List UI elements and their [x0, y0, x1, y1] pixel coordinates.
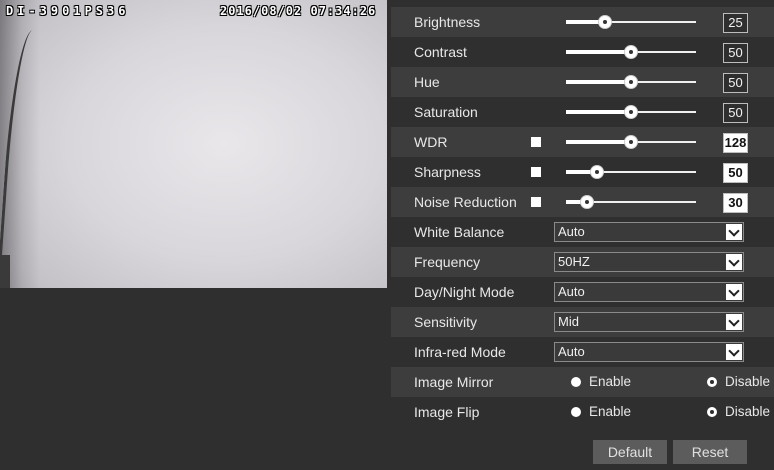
frequency-select[interactable]: 50HZ	[554, 252, 744, 272]
row-saturation: Saturation 50	[391, 97, 774, 127]
white-balance-select[interactable]: Auto	[554, 222, 744, 242]
wdr-slider-fill	[566, 140, 631, 144]
white-balance-selected: Auto	[558, 224, 585, 239]
osd-timestamp: 2016/08/02 07:34:26	[220, 4, 377, 18]
hue-label: Hue	[414, 74, 440, 90]
day-night-mode-label: Day/Night Mode	[414, 284, 515, 300]
day-night-mode-selected: Auto	[558, 284, 585, 299]
infra-red-mode-select[interactable]: Auto	[554, 342, 744, 362]
row-contrast: Contrast 50	[391, 37, 774, 67]
noise-reduction-value[interactable]: 30	[723, 193, 748, 213]
sensitivity-selected: Mid	[558, 314, 579, 329]
image-mirror-disable-label: Disable	[725, 374, 771, 389]
noise-reduction-slider-handle[interactable]	[579, 195, 594, 209]
contrast-slider-handle[interactable]	[624, 45, 638, 59]
image-mirror-disable-option[interactable]: Disable	[707, 367, 770, 397]
image-mirror-enable-label: Enable	[589, 374, 632, 389]
saturation-slider-handle[interactable]	[624, 105, 638, 119]
row-image-mirror: Image Mirror Enable Disable	[391, 367, 774, 397]
contrast-slider-fill	[566, 50, 631, 54]
image-flip-enable-option[interactable]: Enable	[571, 397, 631, 427]
radio-button-icon[interactable]	[707, 407, 717, 417]
image-settings-panel: Brightness 25 Contrast 50 Hue 50 Saturat…	[391, 0, 774, 470]
chevron-down-icon[interactable]	[726, 284, 742, 300]
infra-red-mode-label: Infra-red Mode	[414, 344, 506, 360]
chevron-down-icon[interactable]	[726, 344, 742, 360]
saturation-label: Saturation	[414, 104, 478, 120]
brightness-value[interactable]: 25	[723, 13, 748, 33]
wdr-value[interactable]: 128	[723, 133, 748, 153]
contrast-value[interactable]: 50	[723, 43, 748, 63]
chevron-down-icon[interactable]	[726, 314, 742, 330]
row-brightness: Brightness 25	[391, 7, 774, 37]
contrast-slider[interactable]	[566, 45, 696, 59]
osd-camera-name: DI-3901PS36	[6, 4, 130, 18]
radio-button-icon[interactable]	[707, 377, 717, 387]
radio-button-icon[interactable]	[571, 407, 581, 417]
hue-slider-handle[interactable]	[624, 75, 638, 89]
saturation-slider-fill	[566, 110, 631, 114]
wdr-slider-handle[interactable]	[624, 135, 638, 149]
infra-red-mode-selected: Auto	[558, 344, 585, 359]
hue-value[interactable]: 50	[723, 73, 748, 93]
sharpness-value[interactable]: 50	[723, 163, 748, 183]
row-hue: Hue 50	[391, 67, 774, 97]
image-flip-label: Image Flip	[414, 404, 480, 420]
brightness-slider[interactable]	[566, 15, 696, 29]
row-noise-reduction: Noise Reduction 30	[391, 187, 774, 217]
wdr-label: WDR	[414, 134, 448, 150]
image-flip-disable-option[interactable]: Disable	[707, 397, 770, 427]
saturation-slider[interactable]	[566, 105, 696, 119]
sharpness-checkbox[interactable]	[531, 167, 541, 177]
wdr-checkbox[interactable]	[531, 137, 541, 147]
brightness-label: Brightness	[414, 14, 481, 30]
wdr-slider[interactable]	[566, 135, 696, 149]
row-white-balance: White Balance Auto	[391, 217, 774, 247]
radio-button-icon[interactable]	[571, 377, 581, 387]
sensitivity-label: Sensitivity	[414, 314, 478, 330]
frequency-label: Frequency	[414, 254, 481, 270]
noise-reduction-label: Noise Reduction	[414, 194, 517, 210]
sharpness-label: Sharpness	[414, 164, 481, 180]
hue-slider[interactable]	[566, 75, 696, 89]
video-corner	[0, 255, 10, 288]
hue-slider-fill	[566, 80, 631, 84]
sensitivity-select[interactable]: Mid	[554, 312, 744, 332]
row-infra-red-mode: Infra-red Mode Auto	[391, 337, 774, 367]
row-wdr: WDR 128	[391, 127, 774, 157]
video-preview: DI-3901PS36 2016/08/02 07:34:26	[0, 0, 387, 288]
white-balance-label: White Balance	[414, 224, 505, 240]
image-mirror-enable-option[interactable]: Enable	[571, 367, 631, 397]
day-night-mode-select[interactable]: Auto	[554, 282, 744, 302]
frequency-selected: 50HZ	[558, 254, 590, 269]
reset-button[interactable]: Reset	[673, 440, 747, 464]
contrast-label: Contrast	[414, 44, 467, 60]
noise-reduction-slider[interactable]	[566, 195, 696, 209]
row-frequency: Frequency 50HZ	[391, 247, 774, 277]
row-day-night-mode: Day/Night Mode Auto	[391, 277, 774, 307]
row-sharpness: Sharpness 50	[391, 157, 774, 187]
image-mirror-label: Image Mirror	[414, 374, 494, 390]
image-flip-disable-label: Disable	[725, 404, 771, 419]
default-button[interactable]: Default	[593, 440, 667, 464]
sharpness-slider-handle[interactable]	[590, 165, 605, 179]
chevron-down-icon[interactable]	[726, 254, 742, 270]
image-flip-enable-label: Enable	[589, 404, 632, 419]
saturation-value[interactable]: 50	[723, 103, 748, 123]
row-image-flip: Image Flip Enable Disable	[391, 397, 774, 427]
noise-reduction-checkbox[interactable]	[531, 197, 541, 207]
row-sensitivity: Sensitivity Mid	[391, 307, 774, 337]
chevron-down-icon[interactable]	[726, 224, 742, 240]
sharpness-slider[interactable]	[566, 165, 696, 179]
brightness-slider-handle[interactable]	[598, 15, 612, 29]
